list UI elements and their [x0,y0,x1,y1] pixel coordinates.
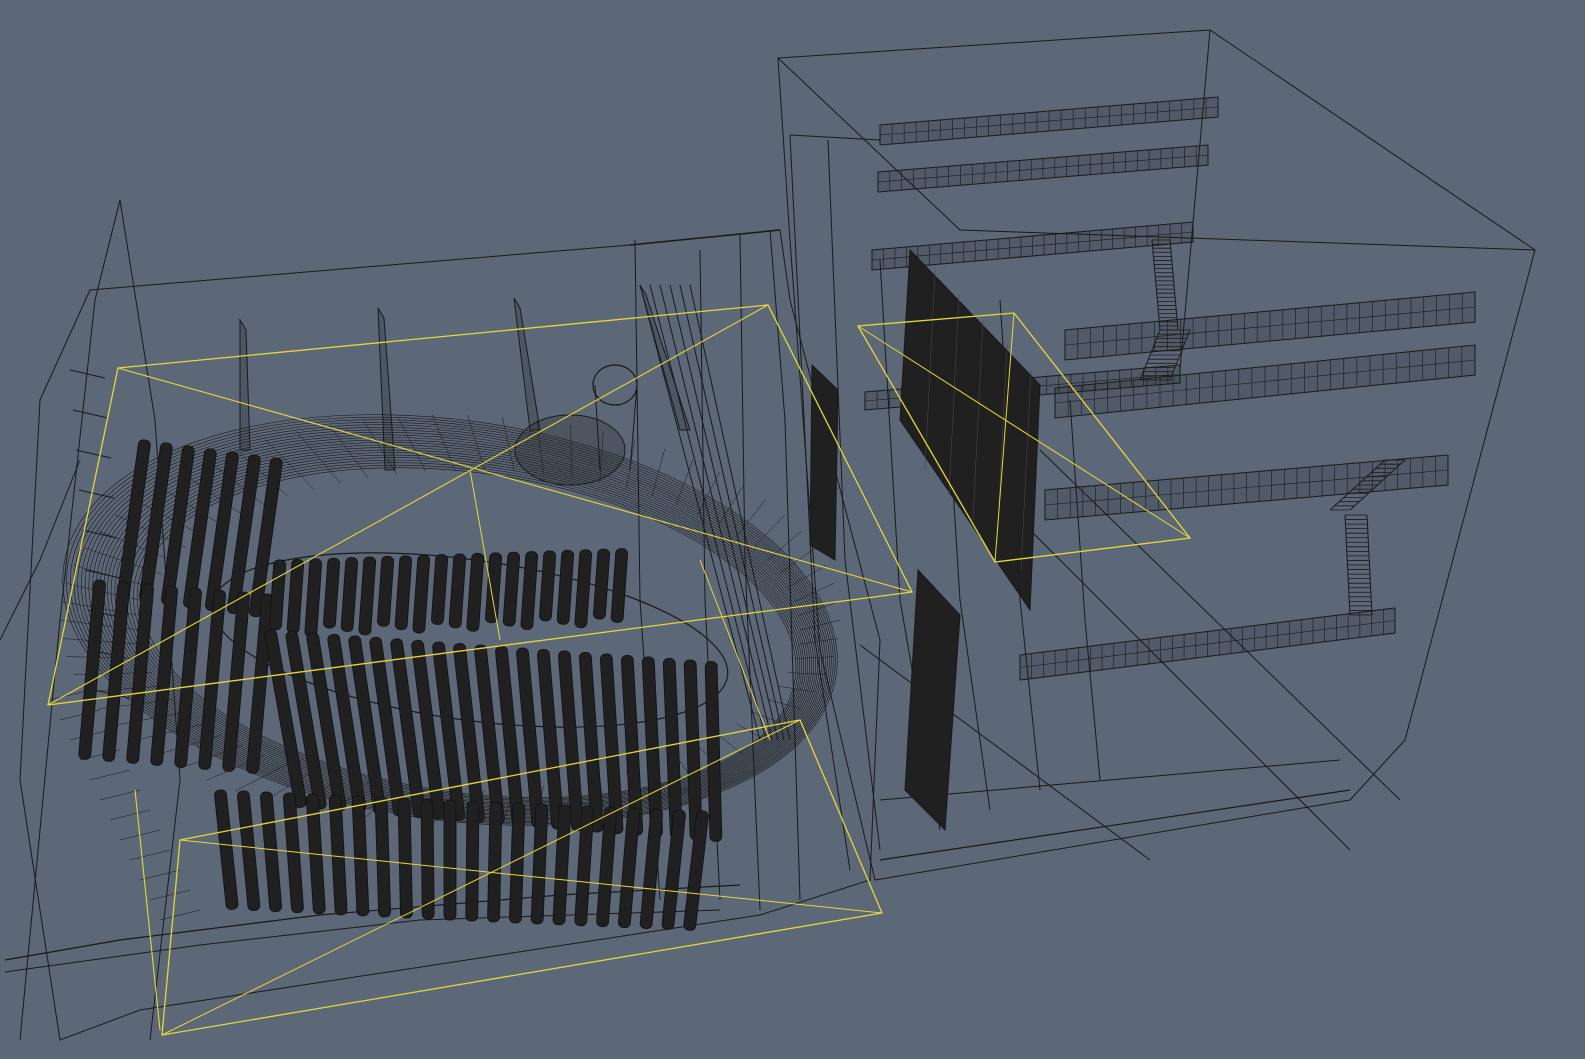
upper-seat-row [485,552,503,624]
balcony-seat-row [174,587,202,768]
front-seat-row [237,790,261,911]
front-seat-row [443,799,457,921]
upper-seat-row [556,549,575,625]
mesh-meridian [235,763,289,792]
mesh-meridian [736,723,766,741]
stair-step [109,809,151,821]
balcony-seat-row [102,581,130,762]
front-seat-row [328,794,348,916]
front-seat-row [214,789,239,910]
upper-seat-row [610,548,629,623]
front-seat-row [465,800,480,922]
panel [899,248,1041,612]
upper-seat-row [502,551,521,627]
upper-seat-row [412,554,431,634]
camera-frame-edge [134,789,161,1031]
mesh-meridian [61,638,142,645]
roof-spike [513,297,541,431]
panel [904,568,961,832]
cylinder-side [629,384,638,471]
front-seat-row [397,797,413,919]
upper-seat-row [340,557,359,632]
wireframe-scene[interactable] [0,0,1585,1059]
mesh-meridian [794,656,834,659]
upper-seat-row [466,552,485,632]
3d-wireframe-viewport[interactable] [0,0,1585,1059]
balcony-seat-row [78,579,106,760]
upper-seat-row [269,559,287,631]
front-seat-row [508,802,526,924]
camera-frame-diagonal [179,839,883,914]
mesh-meridian [794,583,834,602]
upper-seat-row [593,548,611,620]
stair-step [129,849,171,861]
front-seat-row [661,809,686,930]
upper-seat-row [323,557,341,629]
panel [809,363,839,561]
mesh-meridian [718,735,744,756]
tower-edge [789,134,881,141]
front-seat-row [374,796,392,918]
mesh-meridian [753,514,785,549]
upper-seat-row [394,555,413,631]
window-mullion [75,449,112,459]
upper-seat-row [358,556,377,636]
atrium-top [629,229,781,246]
stair-step [159,909,201,921]
front-seat-row [683,810,709,931]
stair-step [89,769,131,781]
mesh-meridian [397,416,426,472]
tower-floor [879,789,1351,861]
tower-column [1069,399,1101,781]
front-seat-row [487,801,503,923]
front-seat-row [639,808,663,929]
tower-floor [859,644,1151,861]
upper-seat-row [304,558,323,638]
rack-rail [1019,620,1396,668]
upper-seat-row [286,558,305,634]
mesh-meridian [651,448,666,497]
main-seat-row [578,652,604,833]
upper-seat-row [520,551,539,630]
stair-step [149,889,191,901]
stair-step [139,869,181,881]
upper-seat-row [448,553,467,629]
upper-seat-row [574,549,593,629]
window-mullion [72,409,109,419]
stair-step [99,789,141,801]
upper-seat-row [377,555,395,627]
upper-seat-row [539,550,557,622]
seating-rows [78,439,723,931]
front-seat-row [260,791,283,913]
tower-edge [777,57,961,231]
front-seat-row [351,795,370,917]
roof-spike [239,318,251,451]
upper-seat-row [431,554,449,625]
